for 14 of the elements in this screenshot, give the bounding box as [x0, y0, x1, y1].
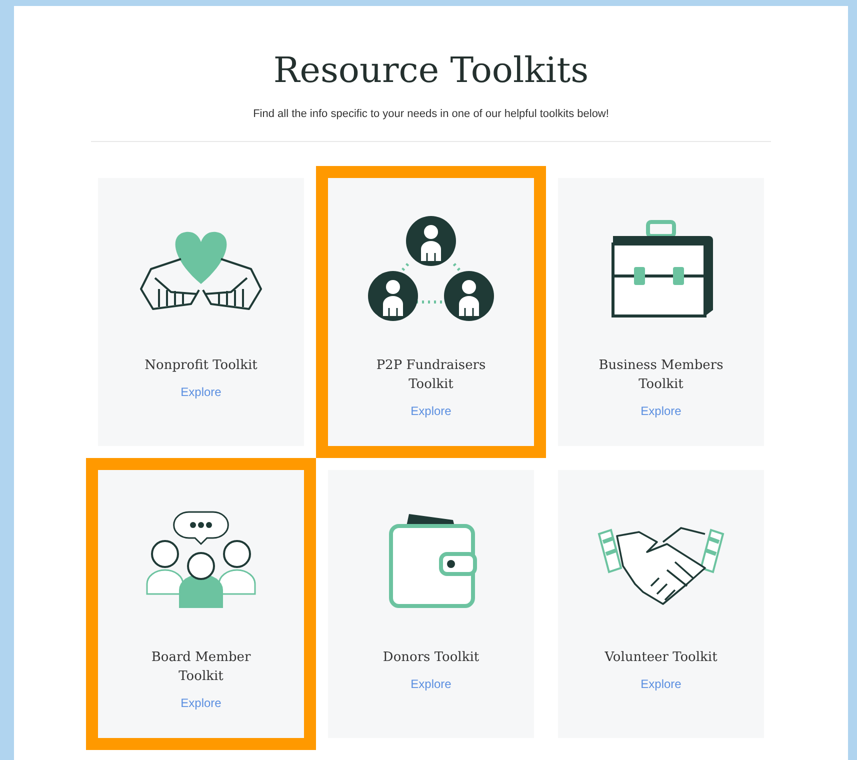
toolkit-title: Board Member Toolkit [150, 648, 252, 686]
toolkit-card[interactable]: Donors Toolkit Explore [328, 470, 534, 738]
toolkit-title: Business Members Toolkit [598, 356, 724, 394]
page-title: Resource Toolkits [273, 50, 589, 92]
toolkit-title: Donors Toolkit [382, 648, 480, 666]
toolkit-card[interactable]: Volunteer Toolkit Explore [558, 470, 764, 738]
toolkit-title: Nonprofit Toolkit [144, 356, 258, 374]
toolkit-title: P2P Fundraisers Toolkit [375, 356, 487, 394]
toolkit-card[interactable]: P2P Fundraisers Toolkit Explore [316, 166, 546, 458]
toolkit-title: Volunteer Toolkit [604, 648, 718, 666]
page-subtitle: Find all the info specific to your needs in one of our helpful toolkits below! [253, 107, 609, 122]
toolkit-card[interactable]: Business Members Toolkit Explore [558, 178, 764, 446]
toolkit-card[interactable]: Nonprofit Toolkit Explore [98, 178, 304, 446]
toolkit-card[interactable]: Board Member Toolkit Explore [86, 458, 316, 750]
